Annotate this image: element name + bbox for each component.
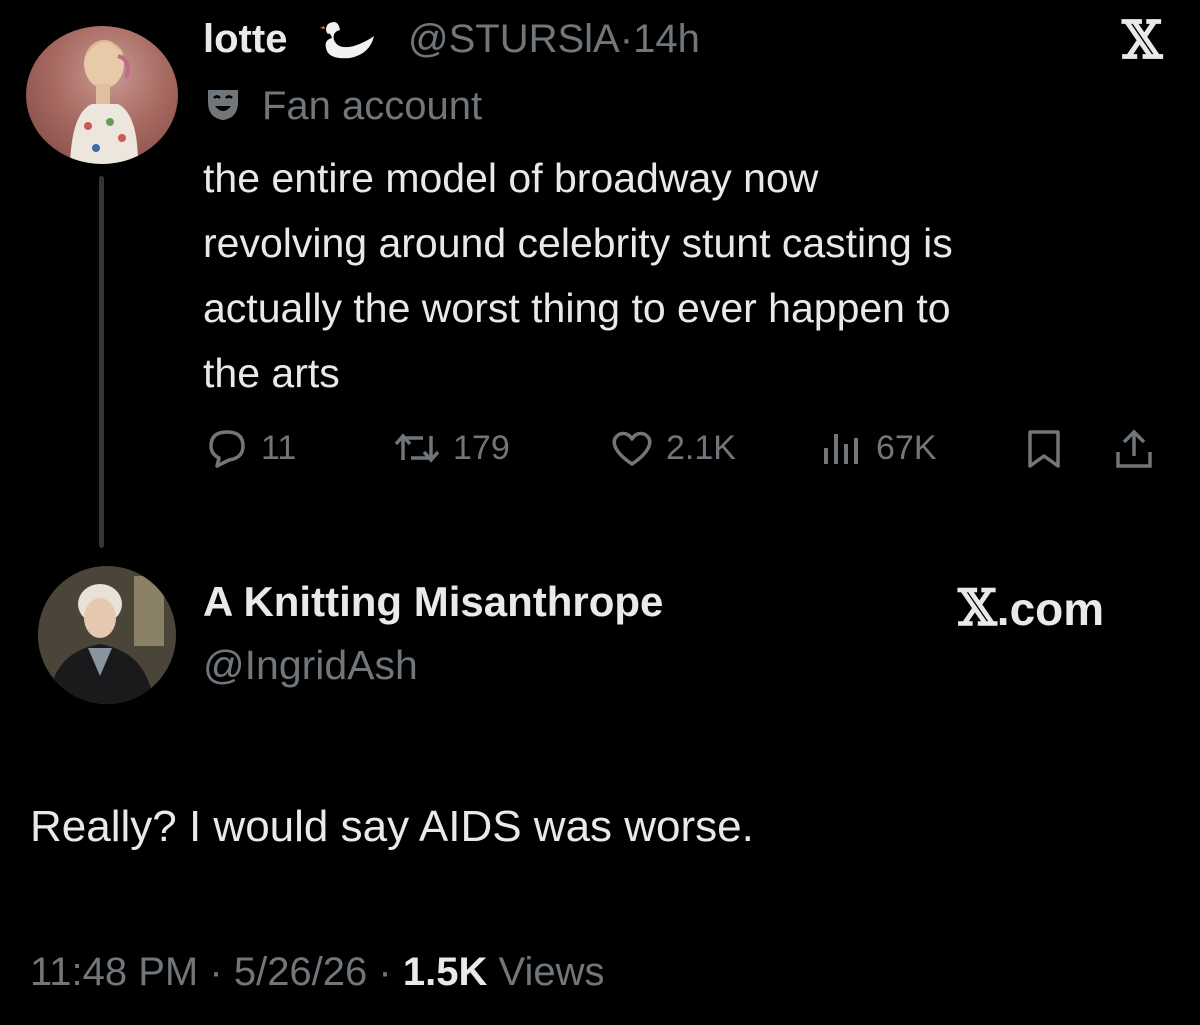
author-name[interactable]: A Knitting Misanthrope [203,578,663,626]
swan-emoji-icon [320,20,378,70]
tweet-text-line: actually the worst thing to ever happen … [203,285,951,331]
tweet-text-line: the arts [203,350,340,396]
tweet-text: Really? I would say AIDS was worse. [30,802,754,851]
avatar-lotte[interactable] [26,26,178,164]
repost-button[interactable]: 179 [393,428,510,468]
tweet-text: the entire model of broadway now revolvi… [203,146,1163,406]
author-handle[interactable]: @STURSlA [408,17,620,61]
avatar-image [70,40,138,164]
x-com-brand: 𝕏 .com [958,578,1104,637]
x-logo-icon: 𝕏 [958,578,997,637]
avatar-knitting-misanthrope[interactable] [38,566,176,704]
share-icon [1116,429,1152,468]
author-handle-time[interactable]: @STURSlA·14h [408,17,700,62]
author-handle[interactable]: @IngridAsh [203,642,418,689]
author-name[interactable]: lotte [203,17,287,62]
views-label: Views [498,950,605,994]
separator-dot: · [378,950,392,994]
separator-dot: · [619,17,634,61]
views-count: 67K [876,428,937,467]
share-button[interactable] [1112,428,1156,472]
reply-button[interactable]: 11 [205,428,296,468]
bookmark-icon [1028,430,1060,468]
tweet-time[interactable]: 11:48 PM [30,950,198,994]
like-button[interactable]: 2.1K [610,428,736,468]
reply-icon [209,430,245,468]
avatar-image [38,566,176,704]
heart-icon [612,431,652,466]
x-logo-icon[interactable]: 𝕏 [1122,10,1162,71]
timestamp[interactable]: 14h [633,17,700,61]
views-button[interactable]: 67K [820,428,937,468]
views-total[interactable]: 1.5K [403,950,488,994]
reply-count: 11 [261,428,297,467]
bookmark-button[interactable] [1024,428,1064,470]
tweet-text-line: revolving around celebrity stunt casting… [203,220,953,266]
repost-count: 179 [453,428,510,467]
fan-account-label: Fan account [262,84,483,128]
analytics-icon [824,434,858,464]
tweet-meta-footer: 11:48 PM · 5/26/26 · 1.5K Views [30,950,604,995]
theater-mask-icon [205,86,241,122]
thread-connector-line [99,176,104,548]
tweet-text-line: the entire model of broadway now [203,155,819,201]
like-count: 2.1K [666,428,736,467]
repost-icon [394,433,440,463]
tweet-date[interactable]: 5/26/26 [234,950,367,994]
brand-domain-suffix: .com [996,583,1105,635]
separator-dot: · [209,950,223,994]
